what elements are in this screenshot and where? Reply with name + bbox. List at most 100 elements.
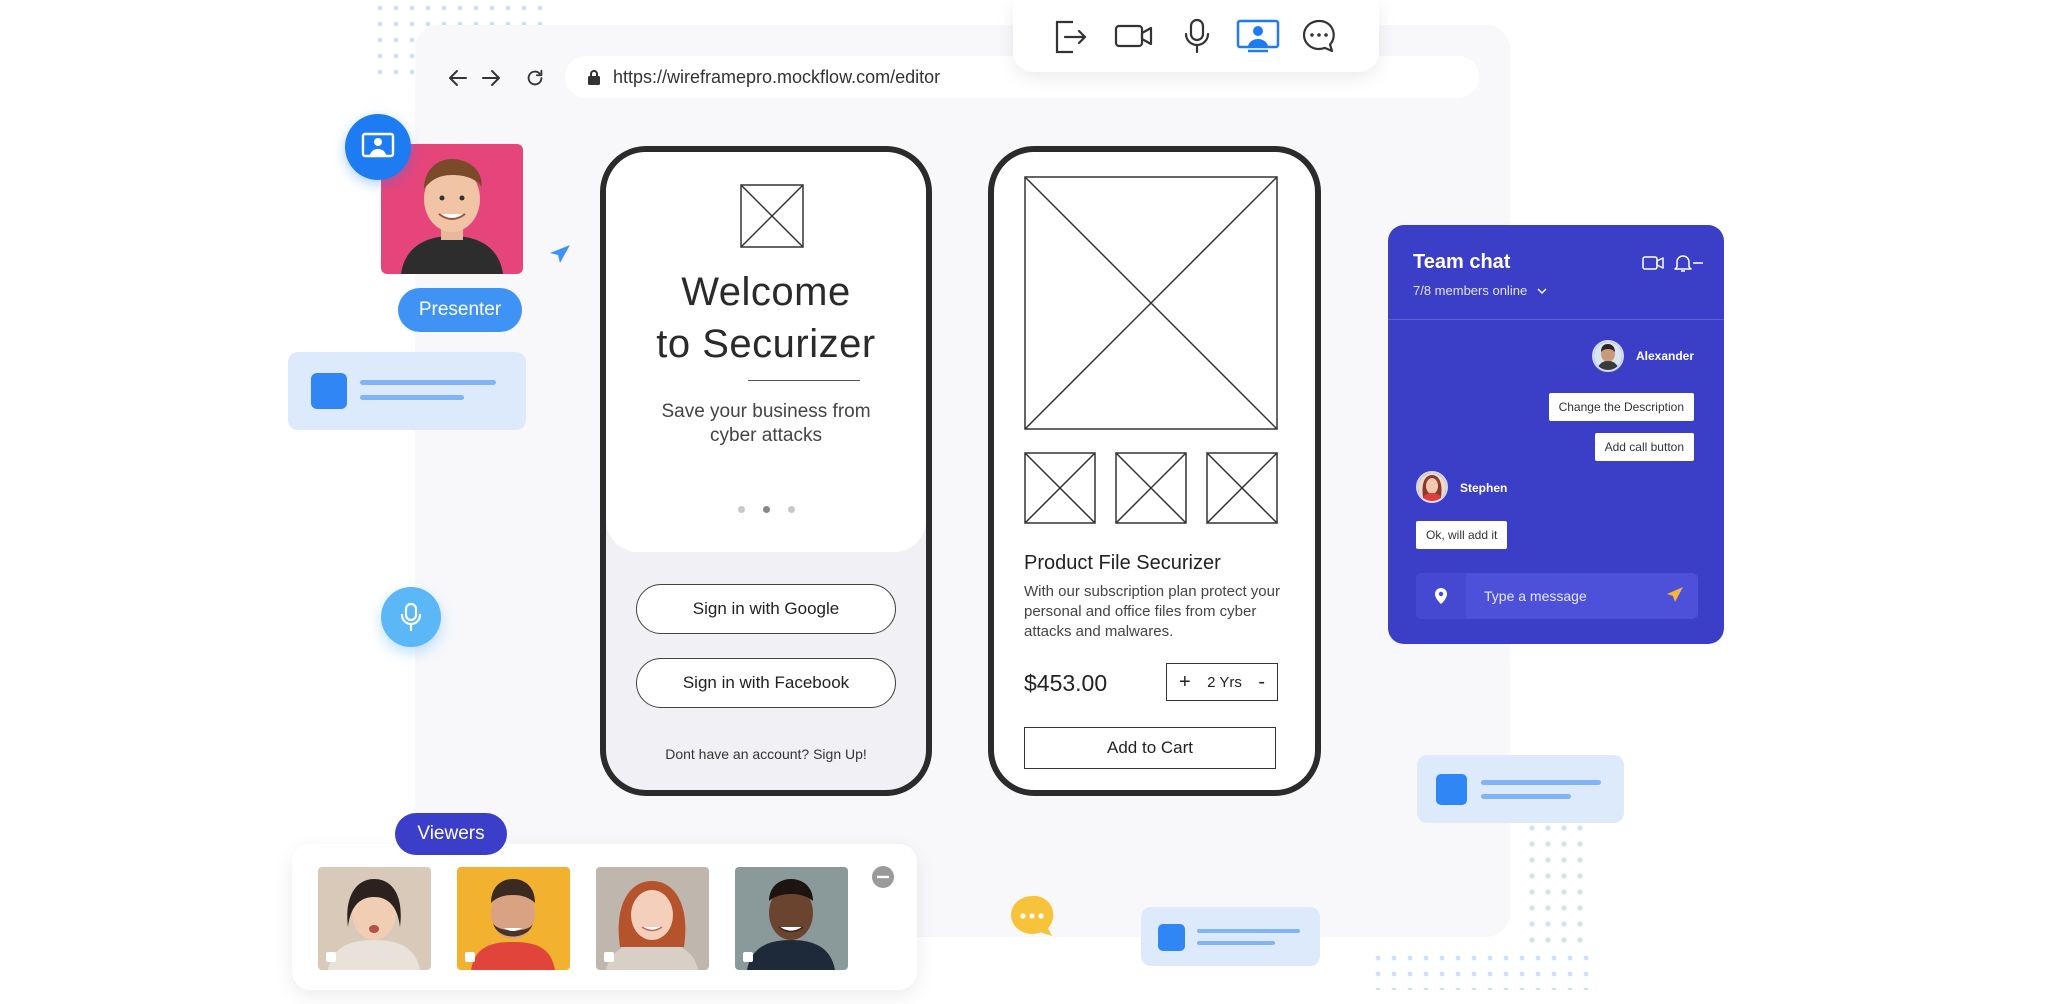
viewer-mute-indicator	[604, 952, 614, 962]
location-button[interactable]	[1416, 573, 1466, 619]
info-card	[1417, 755, 1624, 823]
welcome-line-2: to Securizer	[656, 322, 876, 366]
minimize-icon[interactable]	[1692, 261, 1704, 265]
viewer-video-tile[interactable]	[735, 867, 848, 970]
screen-share-icon	[1236, 19, 1280, 53]
presenter-label: Presenter	[398, 288, 522, 332]
minus-icon	[877, 875, 889, 879]
bell-icon[interactable]	[1674, 253, 1692, 273]
forward-button[interactable]	[477, 64, 505, 92]
card-square-icon	[1158, 924, 1185, 951]
product-title: Product File Securizer	[1024, 552, 1221, 574]
chat-button[interactable]	[1297, 14, 1341, 58]
microphone-icon	[400, 602, 422, 632]
send-icon[interactable]	[1666, 586, 1684, 604]
avatar-image	[1594, 342, 1622, 370]
sign-in-facebook-button[interactable]: Sign in with Facebook	[636, 658, 896, 708]
card-square-icon	[311, 373, 347, 409]
exit-button[interactable]	[1047, 14, 1091, 58]
product-image-placeholder	[1024, 176, 1278, 430]
viewers-panel	[292, 844, 917, 990]
carousel-dot[interactable]	[787, 506, 795, 513]
dot-pattern-bottom-right	[1370, 950, 1590, 990]
chat-bubble-icon	[1302, 19, 1335, 53]
phone-wireframe-login[interactable]: Welcome to Securizer Save your business …	[600, 146, 932, 796]
image-placeholder	[740, 184, 804, 248]
viewer-video-tile[interactable]	[457, 867, 570, 970]
viewers-label: Viewers	[395, 813, 507, 855]
add-to-cart-button[interactable]: Add to Cart	[1024, 727, 1276, 769]
thumbnail-placeholder[interactable]	[1206, 452, 1278, 524]
viewer-mute-indicator	[326, 952, 336, 962]
collapse-button[interactable]	[872, 866, 894, 888]
avatar	[1592, 340, 1624, 372]
message-input[interactable]: Type a message	[1416, 573, 1698, 619]
viewer-video-tile[interactable]	[318, 867, 431, 970]
sign-up-link[interactable]: Dont have an account? Sign Up!	[606, 746, 926, 762]
thumbnail-placeholder[interactable]	[1115, 452, 1187, 524]
viewer-mute-indicator	[465, 952, 475, 962]
subtitle-line-2: cyber attacks	[710, 425, 822, 446]
viewer-mute-indicator	[743, 952, 753, 962]
message-placeholder: Type a message	[1484, 588, 1587, 604]
microphone-button[interactable]	[1175, 14, 1219, 58]
presenter-screen-share-badge[interactable]	[345, 114, 411, 180]
arrow-left-icon	[449, 70, 467, 86]
avatar	[1416, 471, 1448, 503]
subtitle-line-1: Save your business from	[661, 401, 871, 422]
thumbnail-placeholder[interactable]	[1024, 452, 1096, 524]
reload-button[interactable]	[521, 64, 549, 92]
quantity-value: 2 Yrs	[1207, 673, 1242, 691]
viewer-video-tile[interactable]	[596, 867, 709, 970]
editor-canvas	[415, 25, 1510, 937]
welcome-line-1: Welcome	[681, 270, 851, 314]
chat-title: Team chat	[1413, 251, 1511, 273]
arrow-right-icon	[482, 70, 500, 86]
chat-message: Change the Description	[1548, 393, 1694, 421]
card-line	[360, 395, 464, 400]
quantity-minus-button[interactable]: -	[1258, 671, 1265, 694]
sign-in-google-button[interactable]: Sign in with Google	[636, 584, 896, 634]
back-button[interactable]	[444, 64, 472, 92]
url-text: https://wireframepro.mockflow.com/editor	[613, 66, 941, 87]
card-line	[360, 380, 496, 385]
screen-share-button[interactable]	[1233, 14, 1283, 58]
carousel-dots[interactable]	[606, 506, 926, 513]
cursor-arrow-icon	[550, 245, 570, 263]
video-camera-icon	[1114, 24, 1153, 48]
quantity-plus-button[interactable]: +	[1179, 671, 1191, 694]
carousel-dot[interactable]	[737, 506, 745, 513]
product-description: With our subscription plan protect your …	[1024, 583, 1280, 640]
avatar-image	[1418, 473, 1446, 501]
card-line	[1197, 941, 1275, 945]
chat-divider	[1388, 319, 1724, 320]
product-price: $453.00	[1024, 670, 1108, 696]
info-card	[1141, 907, 1320, 966]
card-square-icon	[1436, 774, 1467, 805]
quantity-stepper[interactable]: + 2 Yrs -	[1166, 663, 1278, 701]
divider	[748, 380, 860, 381]
card-line	[1481, 780, 1601, 785]
reload-icon	[527, 69, 543, 86]
chat-message: Ok, will add it	[1416, 521, 1508, 549]
members-online-label: 7/8 members online	[1413, 283, 1528, 298]
video-button[interactable]	[1112, 14, 1156, 58]
lock-icon	[588, 69, 600, 85]
sender-name: Alexander	[1636, 349, 1695, 363]
members-online-dropdown[interactable]: 7/8 members online	[1413, 283, 1547, 298]
speech-bubble-icon[interactable]	[1008, 894, 1056, 938]
sender-name: Stephen	[1460, 481, 1508, 495]
screen-share-icon	[361, 132, 395, 158]
dot-pattern-right	[1524, 820, 1584, 950]
session-toolbar	[1013, 0, 1379, 72]
carousel-dot-active[interactable]	[762, 506, 770, 513]
microphone-icon	[1184, 18, 1210, 54]
video-camera-icon[interactable]	[1642, 255, 1664, 271]
exit-icon	[1055, 20, 1087, 54]
microphone-button[interactable]	[381, 587, 441, 647]
phone-wireframe-product[interactable]: Product File Securizer With our subscrip…	[988, 146, 1321, 796]
card-line	[1481, 794, 1571, 799]
team-chat-panel: Team chat 7/8 members online Alexander C…	[1388, 225, 1724, 644]
chevron-down-icon	[1537, 288, 1547, 294]
location-pin-icon	[1435, 588, 1447, 604]
